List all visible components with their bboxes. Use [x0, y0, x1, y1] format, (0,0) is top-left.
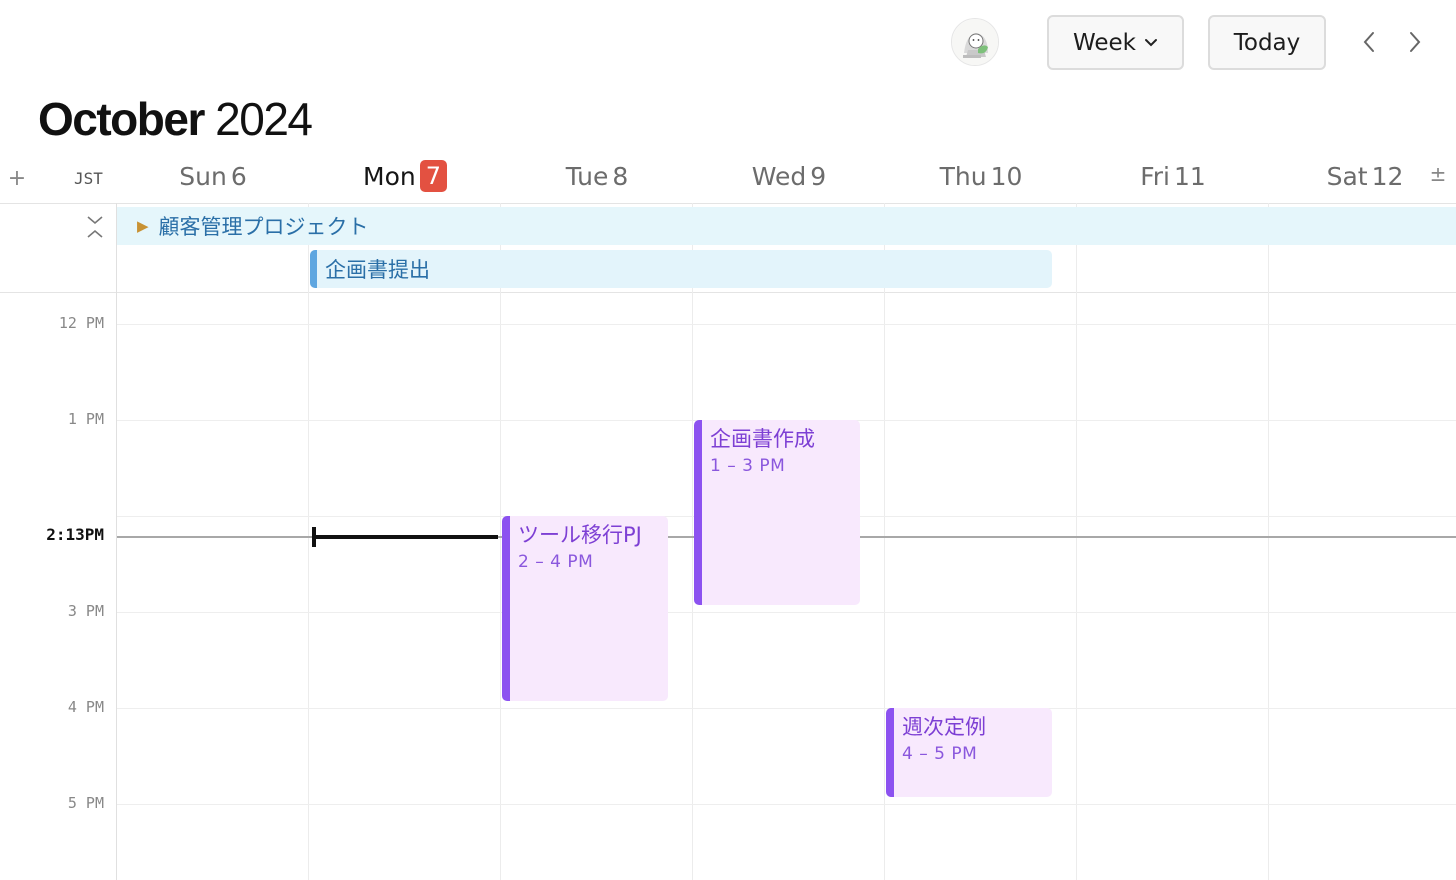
project-label: 顧客管理プロジェクト	[158, 215, 369, 239]
calendar-event[interactable]: 週次定例 4 – 5 PM	[886, 708, 1052, 797]
day-divider	[692, 203, 693, 880]
allday-event[interactable]: 企画書提出	[310, 250, 1052, 288]
hour-line	[117, 324, 1456, 325]
view-selector-label: Week	[1072, 29, 1136, 56]
event-title: 企画書作成	[710, 427, 815, 451]
add-timezone-button[interactable]: +	[6, 164, 28, 192]
event-title: 週次定例	[902, 715, 986, 739]
day-header-wed[interactable]: Wed 9	[693, 156, 885, 196]
chevron-right-icon	[1410, 32, 1421, 52]
today-badge: 7	[419, 160, 447, 192]
day-header-sun[interactable]: Sun 6	[117, 156, 309, 196]
time-label: 1 PM	[67, 410, 104, 428]
day-header-mon[interactable]: Mon 7	[309, 156, 501, 196]
triangle-right-icon[interactable]: ▶	[137, 217, 149, 235]
day-name: Sun	[179, 161, 227, 191]
time-label: 3 PM	[67, 602, 104, 620]
expand-days-button[interactable]: ±	[1427, 160, 1449, 188]
hour-line	[117, 708, 1456, 709]
today-button[interactable]: Today	[1208, 15, 1326, 70]
chevron-down-icon	[1145, 38, 1157, 46]
day-header-tue[interactable]: Tue 8	[501, 156, 693, 196]
day-name: Sat	[1326, 161, 1368, 191]
day-number: 6	[230, 161, 247, 191]
day-name: Wed	[751, 161, 807, 191]
current-time-today-marker	[313, 535, 498, 539]
event-time: 4 – 5 PM	[902, 744, 978, 764]
collapse-allday-icon[interactable]	[84, 214, 106, 240]
time-label: 12 PM	[58, 314, 104, 332]
day-number: 10	[990, 161, 1023, 191]
day-number: 9	[810, 161, 827, 191]
day-header-thu[interactable]: Thu 10	[885, 156, 1077, 196]
calendar-event[interactable]: ツール移行PJ 2 – 4 PM	[502, 516, 668, 701]
day-divider	[1268, 203, 1269, 880]
month-label: October	[38, 93, 205, 145]
header-divider	[0, 203, 1456, 204]
allday-event-title: 企画書提出	[325, 258, 430, 282]
plus-icon: +	[7, 165, 27, 191]
plus-minus-icon: ±	[1429, 162, 1447, 186]
event-time: 2 – 4 PM	[518, 552, 594, 572]
timezone-label: JST	[74, 169, 103, 188]
time-label: 4 PM	[67, 698, 104, 716]
day-number: 8	[612, 161, 629, 191]
hour-line	[117, 804, 1456, 805]
day-header-fri[interactable]: Fri 11	[1077, 156, 1269, 196]
event-time: 1 – 3 PM	[710, 456, 786, 476]
day-name: Thu	[939, 161, 987, 191]
hour-line	[117, 612, 1456, 613]
day-number: 11	[1173, 161, 1206, 191]
today-button-label: Today	[1233, 29, 1301, 56]
current-time-marker-cap	[312, 527, 316, 547]
allday-divider	[0, 292, 1456, 293]
avatar-icon	[952, 19, 998, 65]
event-title: ツール移行PJ	[518, 523, 642, 547]
day-divider	[884, 203, 885, 880]
day-divider	[1076, 203, 1077, 880]
view-selector-button[interactable]: Week	[1047, 15, 1184, 70]
year-label: 2024	[215, 93, 313, 145]
project-row[interactable]: ▶ 顧客管理プロジェクト	[117, 207, 1456, 245]
time-label: 5 PM	[67, 794, 104, 812]
calendar-event[interactable]: 企画書作成 1 – 3 PM	[694, 420, 860, 605]
day-divider	[500, 203, 501, 880]
page-title: October 2024	[38, 92, 313, 146]
day-number: 12	[1371, 161, 1404, 191]
current-time-label: 2:13PM	[46, 525, 104, 544]
day-name: Fri	[1140, 161, 1170, 191]
user-avatar[interactable]	[951, 18, 999, 66]
day-divider	[308, 203, 309, 880]
next-week-button[interactable]	[1401, 28, 1429, 56]
day-name: Mon	[363, 161, 416, 191]
chevron-left-icon	[1363, 32, 1374, 52]
gutter-divider	[116, 203, 117, 880]
day-name: Tue	[565, 161, 609, 191]
prev-week-button[interactable]	[1355, 28, 1383, 56]
